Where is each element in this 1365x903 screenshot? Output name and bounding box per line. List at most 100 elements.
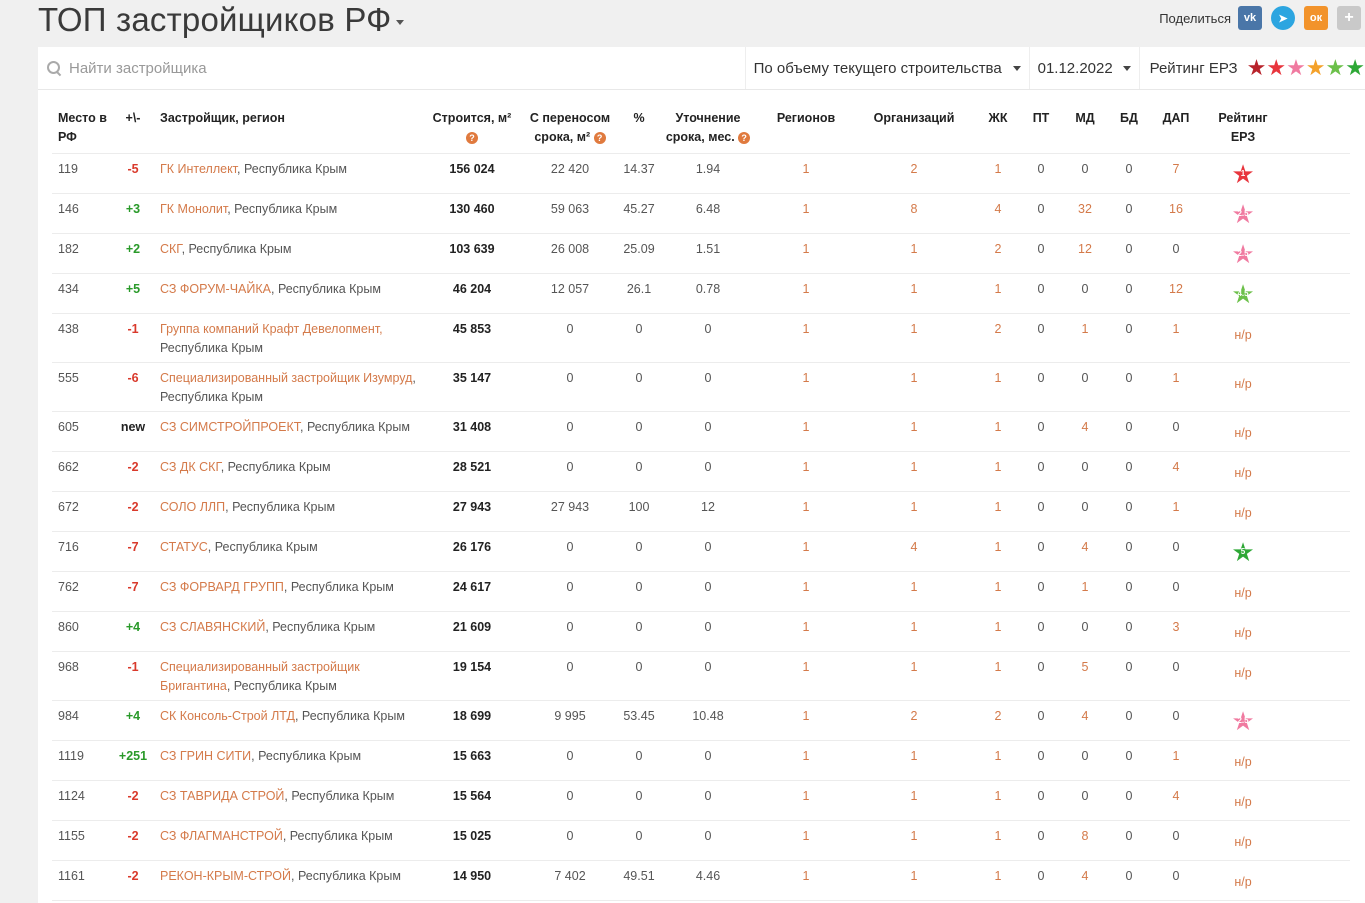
rating-star-icon[interactable]: ★ 2.5 — [1231, 201, 1255, 227]
cell-dap[interactable]: 3 — [1148, 611, 1204, 652]
sort-dropdown[interactable]: По объему текущего строительства — [746, 47, 1030, 89]
cell-zhk[interactable]: 1 — [974, 651, 1022, 701]
cell-organizations[interactable]: 1 — [854, 362, 974, 412]
no-rating-label[interactable]: н/р — [1234, 464, 1251, 483]
cell-md[interactable]: 4 — [1060, 700, 1110, 741]
developer-link[interactable]: СЗ ГРИН СИТИ — [160, 749, 251, 763]
no-rating-label[interactable]: н/р — [1234, 624, 1251, 643]
cell-zhk[interactable]: 1 — [974, 820, 1022, 861]
star-icon[interactable]: ★ — [1345, 55, 1365, 80]
cell-regions[interactable]: 1 — [758, 780, 854, 821]
cell-zhk[interactable]: 1 — [974, 611, 1022, 652]
cell-regions[interactable]: 1 — [758, 233, 854, 274]
cell-md[interactable]: 4 — [1060, 411, 1110, 452]
cell-zhk[interactable]: 1 — [974, 531, 1022, 572]
col-zhk[interactable]: ЖК — [974, 105, 1022, 154]
developer-link[interactable]: СЗ ФЛАГМАНСТРОЙ — [160, 829, 283, 843]
cell-zhk[interactable]: 2 — [974, 700, 1022, 741]
cell-organizations[interactable]: 1 — [854, 273, 974, 314]
cell-organizations[interactable]: 2 — [854, 153, 974, 194]
developer-link[interactable]: ГК Интеллект — [160, 162, 237, 176]
cell-regions[interactable]: 1 — [758, 411, 854, 452]
cell-zhk[interactable]: 1 — [974, 362, 1022, 412]
star-icon[interactable]: ★ — [1326, 55, 1346, 80]
cell-regions[interactable]: 1 — [758, 362, 854, 412]
cell-zhk[interactable]: 1 — [974, 153, 1022, 194]
col-organizations[interactable]: Организаций — [854, 105, 974, 154]
star-icon[interactable]: ★ — [1286, 55, 1306, 80]
no-rating-label[interactable]: н/р — [1234, 753, 1251, 772]
help-icon[interactable]: ? — [593, 131, 606, 144]
date-dropdown[interactable]: 01.12.2022 — [1030, 47, 1140, 89]
cell-organizations[interactable]: 1 — [854, 313, 974, 363]
col-percent[interactable]: % — [620, 105, 658, 154]
help-icon[interactable]: ? — [466, 131, 478, 144]
cell-regions[interactable]: 1 — [758, 860, 854, 901]
cell-dap[interactable]: 1 — [1148, 491, 1204, 532]
cell-regions[interactable]: 1 — [758, 740, 854, 781]
cell-organizations[interactable]: 1 — [854, 451, 974, 492]
cell-zhk[interactable]: 1 — [974, 740, 1022, 781]
col-place[interactable]: Место в РФ — [52, 105, 112, 154]
cell-md[interactable]: 32 — [1060, 193, 1110, 234]
cell-zhk[interactable]: 1 — [974, 491, 1022, 532]
cell-organizations[interactable]: 4 — [854, 531, 974, 572]
cell-md[interactable]: 5 — [1060, 651, 1110, 701]
cell-organizations[interactable]: 1 — [854, 780, 974, 821]
cell-regions[interactable]: 1 — [758, 820, 854, 861]
cell-regions[interactable]: 1 — [758, 611, 854, 652]
cell-dap[interactable]: 16 — [1148, 193, 1204, 234]
odnoklassniki-share-icon[interactable]: ок — [1304, 6, 1328, 30]
developer-link[interactable]: СТАТУС — [160, 540, 208, 554]
cell-organizations[interactable]: 1 — [854, 740, 974, 781]
developer-link[interactable]: Специализированный застройщик Изумруд — [160, 371, 412, 385]
cell-md[interactable]: 12 — [1060, 233, 1110, 274]
cell-zhk[interactable]: 1 — [974, 451, 1022, 492]
developer-link[interactable]: СЗ ФОРУМ-ЧАЙКА — [160, 282, 271, 296]
cell-dap[interactable]: 1 — [1148, 740, 1204, 781]
no-rating-label[interactable]: н/р — [1234, 584, 1251, 603]
help-icon[interactable]: ? — [738, 131, 751, 144]
cell-zhk[interactable]: 1 — [974, 780, 1022, 821]
cell-regions[interactable]: 1 — [758, 273, 854, 314]
rating-star-icon[interactable]: ★ 5 — [1231, 539, 1255, 565]
cell-organizations[interactable]: 1 — [854, 571, 974, 612]
cell-regions[interactable]: 1 — [758, 193, 854, 234]
developer-link[interactable]: ГК Монолит — [160, 202, 227, 216]
cell-zhk[interactable]: 1 — [974, 411, 1022, 452]
cell-organizations[interactable]: 1 — [854, 611, 974, 652]
cell-dap[interactable]: 7 — [1148, 153, 1204, 194]
developer-link[interactable]: СЗ СИМСТРОЙПРОЕКТ — [160, 420, 300, 434]
cell-organizations[interactable]: 1 — [854, 491, 974, 532]
chevron-down-icon[interactable] — [396, 19, 405, 25]
cell-md[interactable]: 8 — [1060, 820, 1110, 861]
cell-zhk[interactable]: 2 — [974, 233, 1022, 274]
cell-zhk[interactable]: 1 — [974, 273, 1022, 314]
cell-organizations[interactable]: 1 — [854, 233, 974, 274]
col-rating[interactable]: Рейтинг ЕРЗ — [1204, 105, 1282, 154]
cell-dap[interactable]: 4 — [1148, 780, 1204, 821]
cell-dap[interactable]: 4 — [1148, 451, 1204, 492]
cell-regions[interactable]: 1 — [758, 700, 854, 741]
developer-link[interactable]: СК Консоль-Строй ЛТД — [160, 709, 295, 723]
page-title-block[interactable]: ТОП застройщиков РФ — [38, 0, 405, 40]
cell-md[interactable]: 4 — [1060, 860, 1110, 901]
no-rating-label[interactable]: н/р — [1234, 873, 1251, 892]
cell-regions[interactable]: 1 — [758, 531, 854, 572]
col-postponed[interactable]: С переносом срока, м² ? — [520, 105, 620, 154]
cell-regions[interactable]: 1 — [758, 491, 854, 532]
cell-organizations[interactable]: 2 — [854, 700, 974, 741]
no-rating-label[interactable]: н/р — [1234, 793, 1251, 812]
rating-star-icon[interactable]: ★ 2.5 — [1231, 241, 1255, 267]
cell-zhk[interactable]: 1 — [974, 860, 1022, 901]
developer-link[interactable]: СЗ ТАВРИДА СТРОЙ — [160, 789, 284, 803]
cell-organizations[interactable]: 1 — [854, 860, 974, 901]
cell-zhk[interactable]: 1 — [974, 571, 1022, 612]
cell-dap[interactable]: 1 — [1148, 313, 1204, 363]
col-building[interactable]: Строится, м²? — [424, 105, 520, 154]
cell-regions[interactable]: 1 — [758, 153, 854, 194]
vk-share-icon[interactable]: vk — [1238, 6, 1262, 30]
no-rating-label[interactable]: н/р — [1234, 664, 1251, 683]
developer-link[interactable]: СЗ ФОРВАРД ГРУПП — [160, 580, 284, 594]
developer-link[interactable]: Группа компаний Крафт Девелопмент, — [160, 322, 383, 336]
